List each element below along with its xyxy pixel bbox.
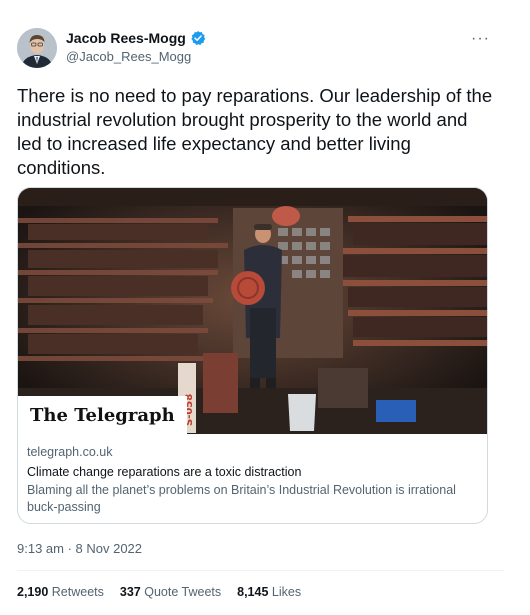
retweets-stat[interactable]: 2,190 Retweets xyxy=(17,585,104,599)
link-card[interactable]: S-058 The Telegraph telegraph.co.uk Clim… xyxy=(17,187,488,524)
quote-tweets-label: Quote Tweets xyxy=(144,585,222,599)
quote-tweets-count: 337 xyxy=(119,585,141,599)
handle[interactable]: @Jacob_Rees_Mogg xyxy=(66,49,206,64)
timestamp[interactable]: 9:13 am · 8 Nov 2022 xyxy=(17,541,142,556)
quote-tweets-stat[interactable]: 337 Quote Tweets xyxy=(120,585,221,599)
card-description: Blaming all the planet’s problems on Bri… xyxy=(27,483,456,514)
card-title: Climate change reparations are a toxic d… xyxy=(27,465,302,479)
display-name[interactable]: Jacob Rees-Mogg xyxy=(66,30,186,46)
likes-label: Likes xyxy=(271,585,302,599)
card-meta: telegraph.co.uk Climate change reparatio… xyxy=(27,444,475,516)
verified-badge-icon xyxy=(190,30,206,46)
tweet-text: There is no need to pay reparations. Our… xyxy=(17,85,493,178)
retweets-count: 2,190 xyxy=(17,585,49,599)
likes-stat[interactable]: 8,145 Likes xyxy=(237,585,301,599)
engagement-stats: 2,190 Retweets 337 Quote Tweets 8,145 Li… xyxy=(17,585,301,599)
avatar-portrait xyxy=(17,28,57,68)
author-block: Jacob Rees-Mogg @Jacob_Rees_Mogg xyxy=(66,30,206,64)
avatar[interactable] xyxy=(17,28,57,68)
likes-count: 8,145 xyxy=(237,585,269,599)
name-row: Jacob Rees-Mogg xyxy=(66,30,206,46)
tweet: Jacob Rees-Mogg @Jacob_Rees_Mogg ··· The… xyxy=(0,0,530,615)
divider xyxy=(17,570,504,571)
telegraph-logo: The Telegraph xyxy=(18,396,187,434)
card-domain: telegraph.co.uk xyxy=(27,445,113,459)
more-options-icon[interactable]: ··· xyxy=(471,30,490,48)
retweets-label: Retweets xyxy=(51,585,104,599)
